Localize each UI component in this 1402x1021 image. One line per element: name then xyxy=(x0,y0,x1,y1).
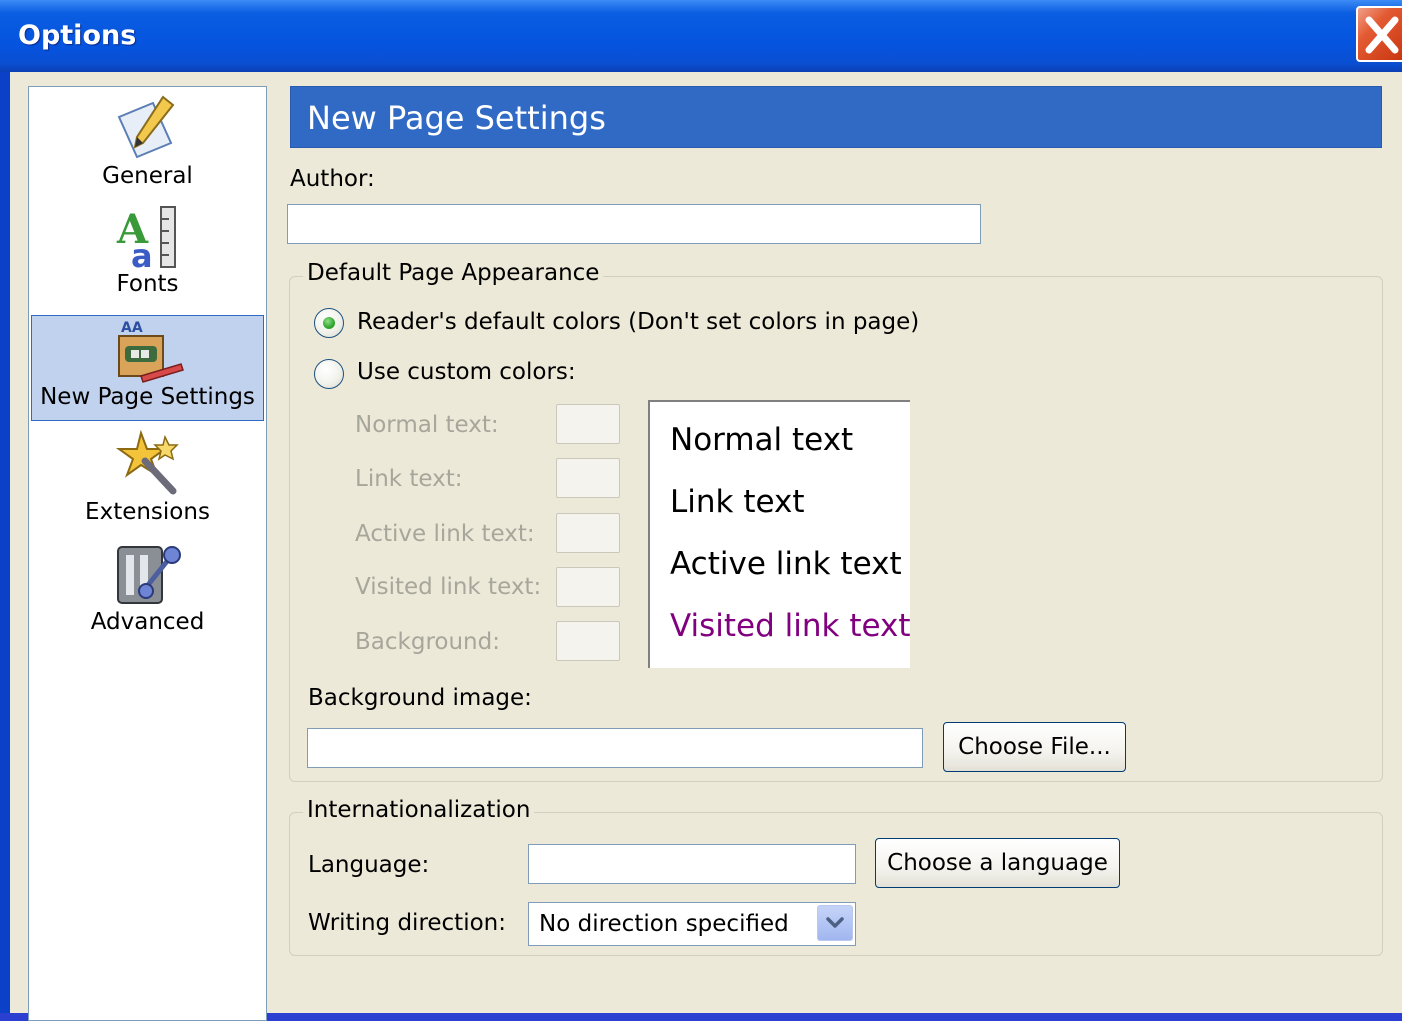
author-label: Author: xyxy=(290,166,375,192)
preview-active-link-text: Active link text xyxy=(670,546,902,582)
normal-text-color-label: Normal text: xyxy=(355,412,499,438)
author-input[interactable] xyxy=(287,204,981,244)
language-label: Language: xyxy=(308,852,430,878)
custom-colors-label[interactable]: Use custom colors: xyxy=(357,359,576,385)
visited-link-color-label: Visited link text: xyxy=(355,574,542,600)
sidebar-item-label: New Page Settings xyxy=(40,384,255,410)
sidebar-item-fonts[interactable]: A a Fonts xyxy=(31,203,264,307)
writing-direction-label: Writing direction: xyxy=(308,910,506,936)
choose-language-button[interactable]: Choose a language xyxy=(875,838,1120,888)
preview-link-text: Link text xyxy=(670,484,805,520)
new-page-settings-icon: AA xyxy=(117,320,184,383)
active-link-color-label: Active link text: xyxy=(355,521,535,547)
default-colors-radio[interactable] xyxy=(314,308,344,338)
panel-title: New Page Settings xyxy=(307,99,606,137)
svg-text:AA: AA xyxy=(121,320,143,336)
dropdown-arrow[interactable] xyxy=(817,905,853,941)
normal-text-color-button[interactable] xyxy=(556,404,620,444)
pencil-paper-icon xyxy=(117,95,174,159)
extensions-wand-icon xyxy=(115,429,179,495)
background-image-label: Background image: xyxy=(308,685,532,711)
sidebar-item-label: General xyxy=(102,163,193,189)
language-input[interactable] xyxy=(528,844,856,884)
preview-visited-link-text: Visited link text xyxy=(670,608,911,644)
active-link-color-button[interactable] xyxy=(556,513,620,553)
panel-header: New Page Settings xyxy=(290,86,1382,148)
sidebar-item-label: Advanced xyxy=(90,609,205,635)
chevron-down-icon xyxy=(826,917,844,928)
writing-direction-select[interactable]: No direction specified xyxy=(528,902,856,946)
fonts-icon: A a xyxy=(116,206,176,271)
options-dialog: General A a Fonts AA New Page Settings E… xyxy=(10,72,1402,1021)
link-text-color-button[interactable] xyxy=(556,458,620,498)
sidebar-item-general[interactable]: General xyxy=(31,91,264,197)
window-left-border xyxy=(0,0,10,1013)
color-preview: Normal text Link text Active link text V… xyxy=(648,400,911,668)
sidebar-item-advanced[interactable]: Advanced xyxy=(31,541,264,645)
svg-text:a: a xyxy=(131,237,153,271)
sidebar-item-label: Extensions xyxy=(85,499,210,525)
custom-colors-radio[interactable] xyxy=(314,359,344,389)
visited-link-color-button[interactable] xyxy=(556,567,620,607)
sidebar-item-extensions[interactable]: Extensions xyxy=(31,429,264,535)
choose-file-button[interactable]: Choose File... xyxy=(943,722,1126,772)
background-color-button[interactable] xyxy=(556,621,620,661)
background-image-input[interactable] xyxy=(307,728,923,768)
window-title: Options xyxy=(18,20,137,51)
close-button[interactable] xyxy=(1356,6,1402,62)
close-icon xyxy=(1365,16,1399,54)
background-color-label: Background: xyxy=(355,629,500,655)
link-text-color-label: Link text: xyxy=(355,466,463,492)
category-sidebar: General A a Fonts AA New Page Settings E… xyxy=(28,86,267,1021)
writing-direction-value: No direction specified xyxy=(539,911,789,937)
advanced-icon xyxy=(116,546,181,604)
internationalization-caption: Internationalization xyxy=(303,797,535,823)
sidebar-item-label: Fonts xyxy=(116,271,179,297)
sidebar-item-new-page-settings[interactable]: AA New Page Settings xyxy=(31,315,264,421)
default-colors-label[interactable]: Reader's default colors (Don't set color… xyxy=(357,309,919,335)
default-appearance-caption: Default Page Appearance xyxy=(303,260,604,286)
title-bar[interactable]: Options xyxy=(0,0,1402,72)
preview-normal-text: Normal text xyxy=(670,422,854,458)
